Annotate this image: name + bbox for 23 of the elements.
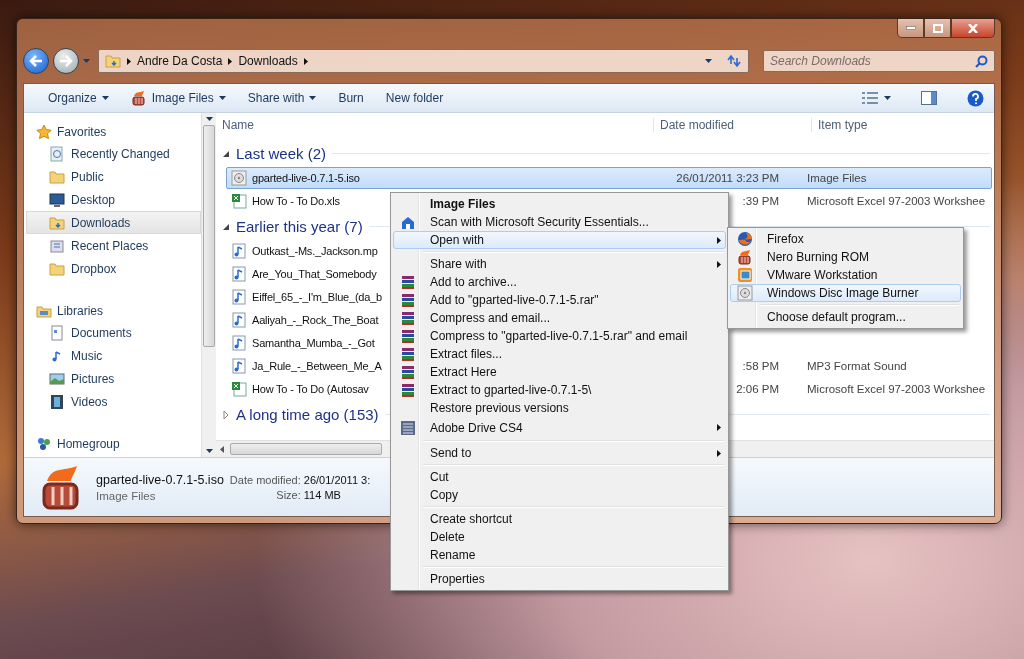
details-file-type: Image Files <box>96 489 157 502</box>
file-name: How To - To Do.xls <box>252 195 340 207</box>
details-value: 114 MB <box>303 488 342 501</box>
file-name: gparted-live-0.7.1-5.iso <box>252 172 360 184</box>
file-name: Ja_Rule_-_Between_Me_A <box>252 360 382 372</box>
type-cell: MP3 Format Sound <box>807 360 907 372</box>
type-cell: Microsoft Excel 97-2003 Workshee <box>807 383 986 395</box>
date-cell-text: 26/01/2011 3:23 PM <box>675 172 780 184</box>
file-name: How To - To Do (Autosav <box>252 383 369 395</box>
details-value: 26/01/2011 3: <box>303 473 371 486</box>
type-cell: Image Files <box>807 172 867 184</box>
date-cell-text: :39 PM <box>741 195 780 207</box>
file-name: Aaliyah_-_Rock_The_Boat <box>252 314 379 326</box>
file-name: Are_You_That_Somebody <box>252 268 377 280</box>
date-cell-text: 2:06 PM <box>735 383 780 395</box>
type-cell: Microsoft Excel 97-2003 Workshee <box>807 195 986 207</box>
date-cell-text: :58 PM <box>741 360 780 372</box>
file-name: Samantha_Mumba_-_Got <box>252 337 375 349</box>
details-label: Size: <box>275 488 301 501</box>
file-name: Outkast_-Ms._Jackson.mp <box>252 245 378 257</box>
file-name: Eiffel_65_-_I'm_Blue_(da_b <box>252 291 382 303</box>
details-file-name: gparted-live-0.7.1-5.iso <box>96 472 224 487</box>
details-label: Date modified: <box>229 473 301 486</box>
